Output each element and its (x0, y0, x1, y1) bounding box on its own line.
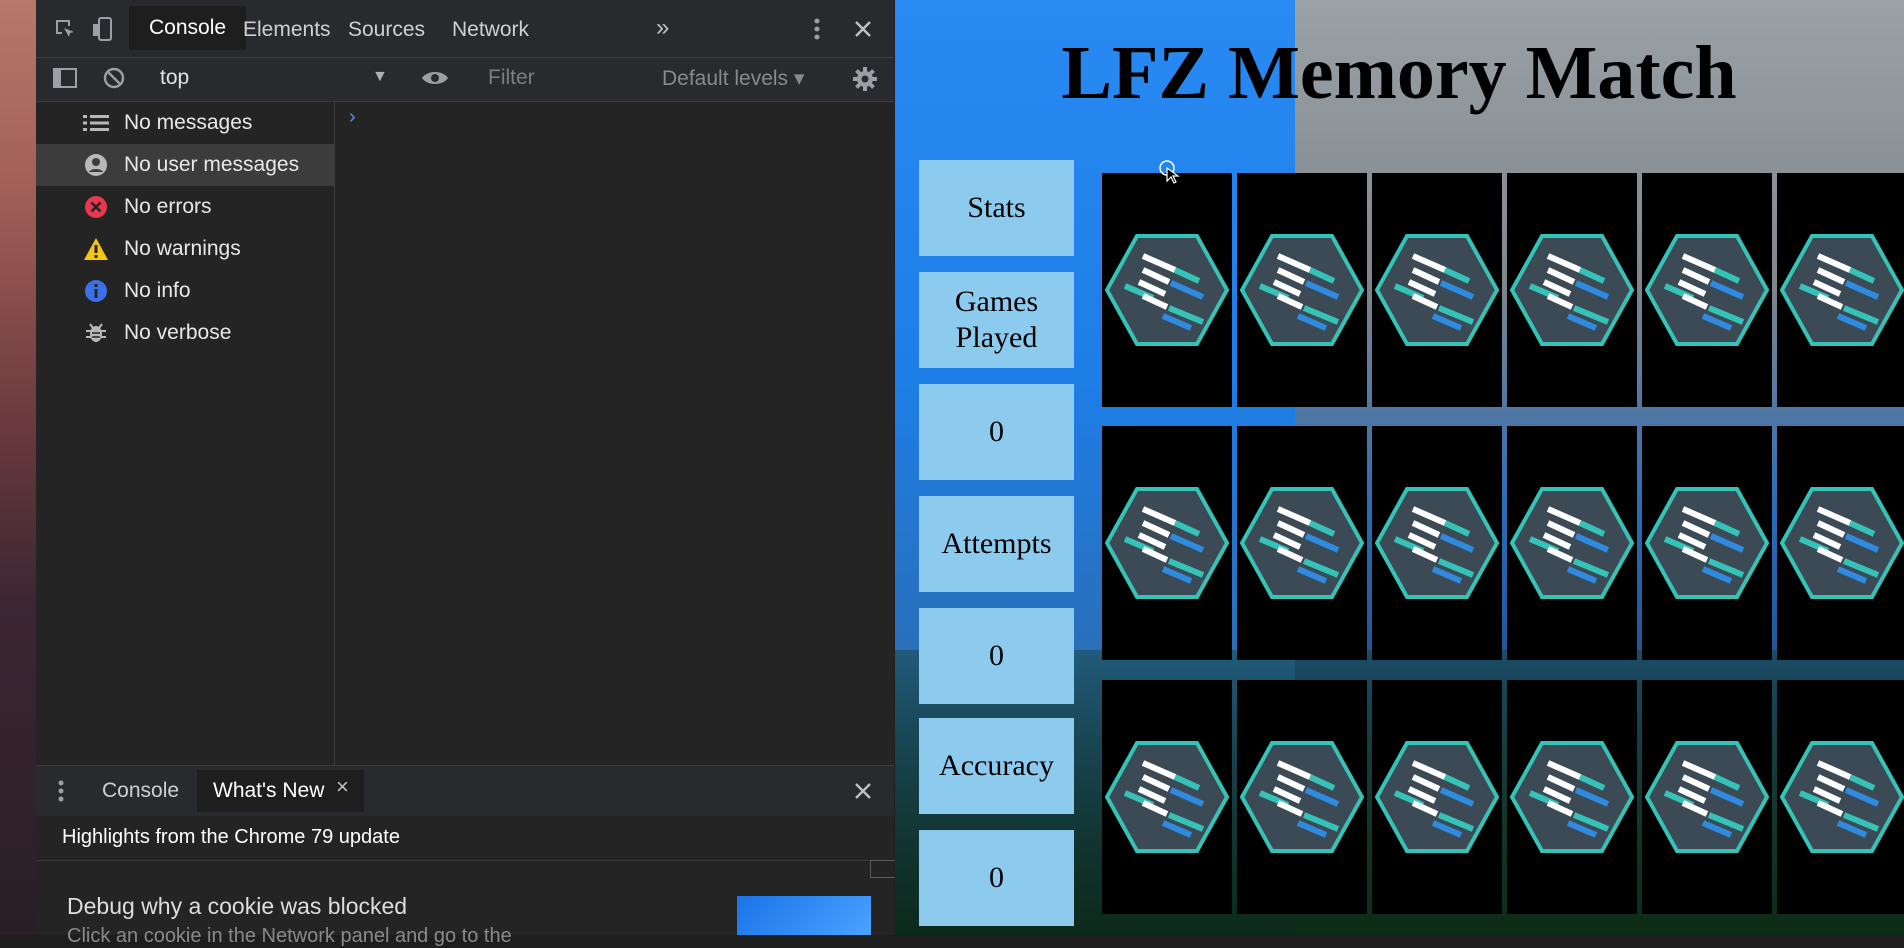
memory-card[interactable] (1372, 173, 1502, 407)
desktop-wallpaper (0, 0, 36, 935)
accuracy-label: Accuracy (919, 718, 1074, 814)
more-tabs-icon[interactable]: » (656, 14, 669, 42)
card-back-logo-icon (1104, 487, 1230, 599)
memory-card[interactable] (1237, 173, 1367, 407)
sidebar-item-warnings[interactable]: No warnings (36, 228, 334, 270)
memory-card[interactable] (1102, 680, 1232, 914)
bug-icon (82, 319, 110, 347)
drawer-tabbar: Console What's New × (36, 765, 894, 816)
card-back-logo-icon (1779, 234, 1904, 346)
accuracy-value: 0 (919, 830, 1074, 926)
card-back-logo-icon (1374, 234, 1500, 346)
card-back-logo-icon (1239, 741, 1365, 853)
memory-card[interactable] (1237, 426, 1367, 660)
stats-header: Stats (919, 160, 1074, 256)
user-icon (82, 151, 110, 179)
sidebar-item-verbose[interactable]: No verbose (36, 312, 334, 354)
attempts-value: 0 (919, 608, 1074, 704)
error-icon (82, 193, 110, 221)
close-drawer-icon[interactable] (848, 776, 878, 806)
sidebar-item-label: No warnings (124, 237, 241, 260)
console-prompt-icon[interactable]: › (349, 106, 356, 129)
feature-title[interactable]: Debug why a cookie was blocked (67, 893, 407, 920)
memory-card[interactable] (1777, 426, 1904, 660)
sidebar-item-messages[interactable]: No messages (36, 102, 334, 144)
clear-console-icon[interactable] (102, 66, 126, 96)
memory-card[interactable] (1642, 680, 1772, 914)
context-dropdown-icon[interactable]: ▼ (372, 68, 388, 86)
context-selector[interactable]: top (160, 66, 189, 90)
card-back-logo-icon (1644, 741, 1770, 853)
memory-card[interactable] (1102, 426, 1232, 660)
card-back-logo-icon (1644, 234, 1770, 346)
memory-card[interactable] (1507, 680, 1637, 914)
memory-card[interactable] (1777, 173, 1904, 407)
sidebar-item-label: No info (124, 279, 191, 302)
filter-input[interactable]: Filter (488, 66, 535, 90)
kebab-menu-icon[interactable] (802, 14, 832, 44)
memory-card[interactable] (1777, 680, 1904, 914)
sidebar-item-label: No verbose (124, 321, 232, 344)
console-toolbar: top ▼ Filter Default levels ▾ (36, 58, 894, 102)
devtools-panel: Console Elements Sources Network » top ▼… (36, 0, 896, 947)
memory-card[interactable] (1642, 173, 1772, 407)
list-icon (82, 109, 110, 137)
memory-card[interactable] (1102, 173, 1232, 407)
memory-card[interactable] (1507, 173, 1637, 407)
sidebar-item-label: No errors (124, 195, 212, 218)
console-settings-gear-icon[interactable] (852, 66, 878, 98)
close-devtools-icon[interactable] (848, 14, 878, 44)
memory-card[interactable] (1507, 426, 1637, 660)
games-played-value: 0 (919, 384, 1074, 480)
scrollbar[interactable] (870, 860, 896, 878)
memory-card[interactable] (1372, 426, 1502, 660)
card-back-logo-icon (1374, 487, 1500, 599)
sidebar-item-user-messages[interactable]: No user messages (36, 144, 334, 186)
close-tab-icon[interactable]: × (336, 774, 349, 800)
attempts-label: Attempts (919, 496, 1074, 592)
warning-icon (82, 235, 110, 263)
card-back-logo-icon (1779, 487, 1904, 599)
mouse-cursor-icon (1159, 160, 1180, 184)
memory-card[interactable] (1642, 426, 1772, 660)
memory-card[interactable] (1372, 680, 1502, 914)
sidebar-item-info[interactable]: No info (36, 270, 334, 312)
card-back-logo-icon (1104, 741, 1230, 853)
card-back-logo-icon (1239, 234, 1365, 346)
feature-description: Click an cookie in the Network panel and… (67, 925, 512, 947)
card-back-logo-icon (1779, 741, 1904, 853)
drawer-tab-label: What's New (213, 779, 325, 802)
feature-image (737, 896, 871, 935)
devtools-tabbar: Console Elements Sources Network » (36, 0, 894, 58)
sidebar-item-label: No messages (124, 111, 253, 134)
card-back-logo-icon (1374, 741, 1500, 853)
sidebar-item-label: No user messages (124, 153, 300, 176)
page-title: LFZ Memory Match (1061, 31, 1737, 115)
eye-icon[interactable] (420, 66, 450, 96)
card-back-logo-icon (1509, 234, 1635, 346)
inspect-element-icon[interactable] (50, 14, 80, 44)
tab-network[interactable]: Network (432, 8, 549, 52)
whats-new-heading: Highlights from the Chrome 79 update (62, 826, 400, 848)
card-back-logo-icon (1509, 487, 1635, 599)
log-levels-dropdown[interactable]: Default levels ▾ (662, 66, 804, 91)
sidebar-item-errors[interactable]: No errors (36, 186, 334, 228)
drawer-menu-icon[interactable] (46, 776, 76, 806)
card-back-logo-icon (1104, 234, 1230, 346)
device-toolbar-icon[interactable] (88, 14, 118, 44)
card-back-logo-icon (1239, 487, 1365, 599)
card-back-logo-icon (1644, 487, 1770, 599)
sidebar-toggle-icon[interactable] (52, 66, 78, 96)
drawer-tab-console[interactable]: Console (86, 770, 195, 812)
divider (36, 860, 894, 861)
tab-sources[interactable]: Sources (328, 8, 445, 52)
web-page: LFZ Memory Match Stats Games Played 0 At… (895, 0, 1904, 935)
info-icon (82, 277, 110, 305)
console-sidebar: No messages No user messages No errors N… (36, 102, 335, 765)
memory-card[interactable] (1237, 680, 1367, 914)
card-back-logo-icon (1509, 741, 1635, 853)
games-played-label: Games Played (919, 272, 1074, 368)
console-output[interactable]: › (335, 102, 894, 765)
